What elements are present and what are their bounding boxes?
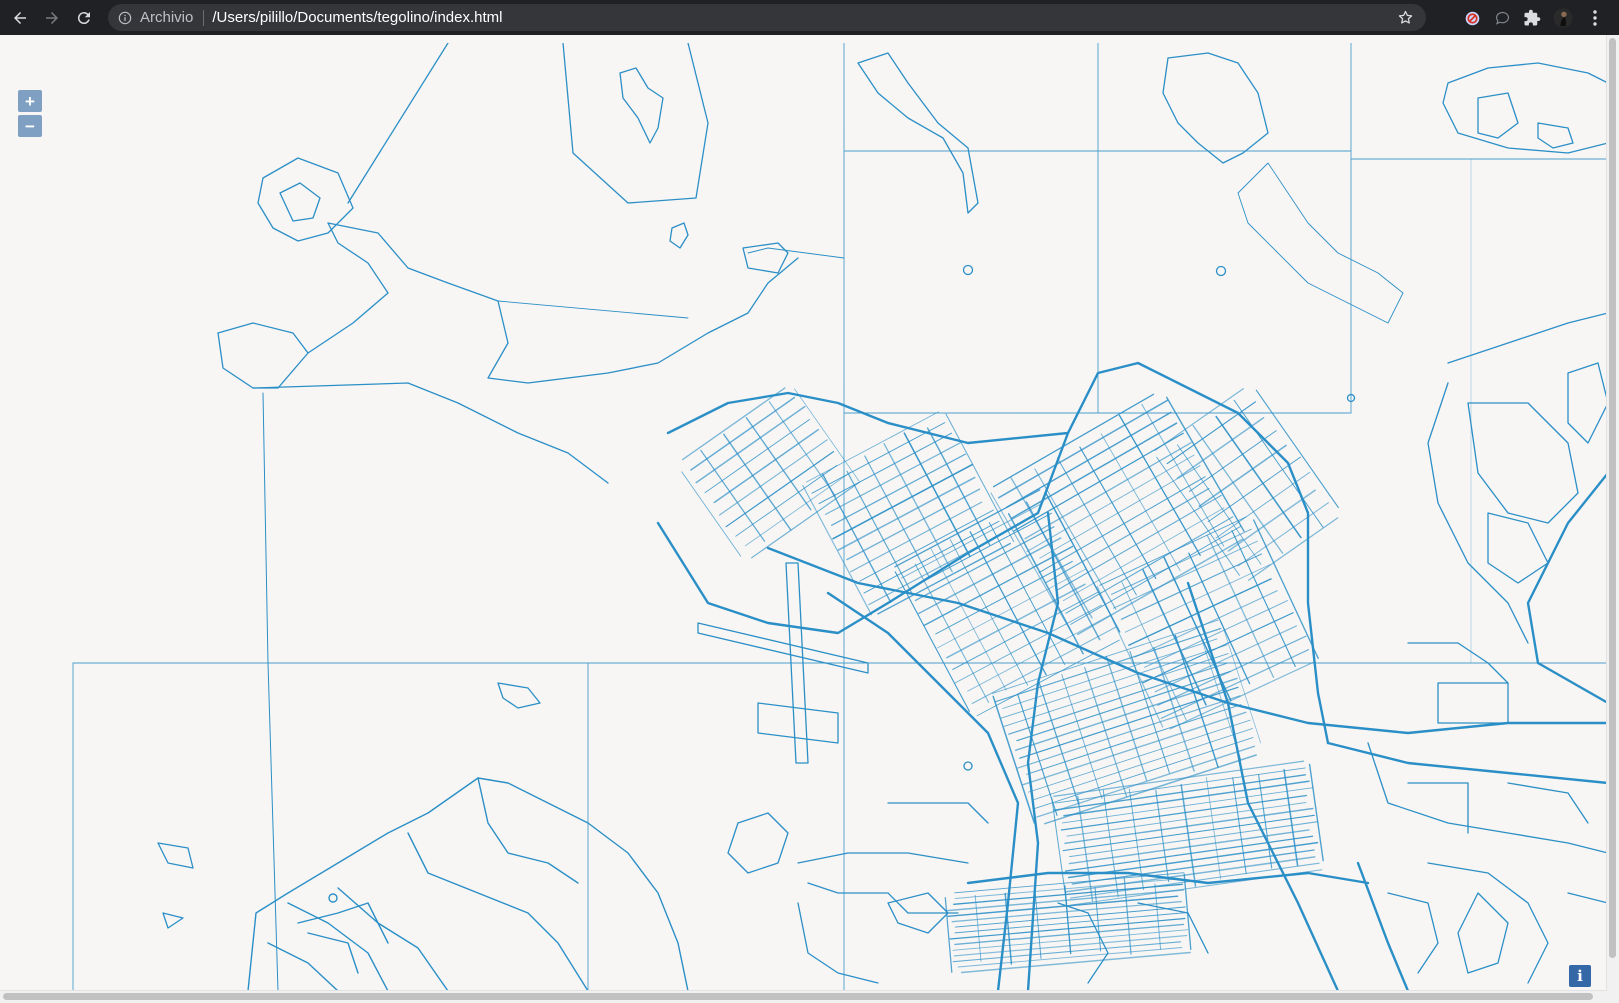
street-segment xyxy=(969,531,1047,676)
street-segment xyxy=(960,951,1191,974)
street-segment xyxy=(768,401,836,497)
vertical-scrollbar[interactable] xyxy=(1606,35,1619,1003)
street-segment xyxy=(681,471,742,557)
street-segment xyxy=(926,427,991,546)
attribution-info-button[interactable]: i xyxy=(1569,965,1591,987)
street-segment xyxy=(1206,534,1275,678)
info-icon[interactable] xyxy=(118,11,132,25)
profile-avatar-icon[interactable] xyxy=(1553,8,1573,28)
coastlines xyxy=(157,43,1608,991)
street-segment xyxy=(1056,494,1222,591)
street-segment xyxy=(824,442,962,515)
street-segment xyxy=(1054,767,1306,804)
street-segment xyxy=(1220,621,1262,744)
street-segment xyxy=(1183,873,1192,951)
street-segment xyxy=(1006,411,1172,508)
street-segment xyxy=(794,388,860,482)
vector-tile-map[interactable] xyxy=(8,43,1608,991)
street-segment xyxy=(998,399,1169,499)
street-segment xyxy=(1231,530,1296,668)
street-segment xyxy=(1308,763,1324,862)
street-segment xyxy=(1045,487,1210,584)
arterial-roads xyxy=(656,361,1608,991)
street-segment xyxy=(944,897,953,973)
map-viewport[interactable]: + − i xyxy=(0,35,1619,1003)
street-segment xyxy=(1069,821,1319,858)
more-vert-icon[interactable] xyxy=(1585,8,1605,28)
address-bar[interactable]: Archivio /Users/pilillo/Documents/tegoli… xyxy=(108,4,1426,31)
street-segment xyxy=(1037,679,1080,805)
street-segment xyxy=(974,894,982,962)
street-segment xyxy=(883,443,953,573)
street-segment xyxy=(1079,446,1157,579)
zoom-out-button[interactable]: − xyxy=(18,115,42,137)
blocked-extension-icon[interactable] xyxy=(1462,8,1482,28)
street-segment xyxy=(830,453,967,526)
street-segment xyxy=(1068,829,1310,865)
street-segment xyxy=(1039,465,1201,559)
street-segment xyxy=(992,393,1155,488)
street-segment xyxy=(952,941,1182,963)
street-segment xyxy=(745,417,812,511)
omnibox-divider xyxy=(203,9,205,26)
chat-extension-icon[interactable] xyxy=(1492,8,1512,28)
browser-toolbar: Archivio /Users/pilillo/Documents/tegoli… xyxy=(0,0,1619,35)
street-segment xyxy=(954,912,1188,934)
street-segment xyxy=(1002,638,1218,709)
zoom-control: + − xyxy=(18,90,42,140)
street-segment xyxy=(971,626,1117,705)
street-segment xyxy=(877,542,1012,615)
street-segment xyxy=(954,604,1102,684)
street-segment xyxy=(947,895,1179,918)
vertical-scroll-thumb[interactable] xyxy=(1609,38,1616,958)
street-segment xyxy=(988,522,1066,665)
street-segment xyxy=(818,432,953,505)
southwest-landmass xyxy=(247,777,689,991)
star-icon[interactable] xyxy=(1397,9,1414,26)
horizontal-scroll-thumb[interactable] xyxy=(3,993,1593,1000)
back-arrow-icon[interactable] xyxy=(8,6,32,30)
street-segment xyxy=(802,484,873,616)
street-segment xyxy=(1033,728,1254,800)
street-segment xyxy=(1063,780,1310,817)
street-segment xyxy=(846,470,912,593)
street-segment xyxy=(1064,885,1072,955)
street-segment xyxy=(1188,552,1251,685)
street-segment xyxy=(1113,540,1258,609)
street-segment xyxy=(859,509,994,582)
street-segment xyxy=(1017,693,1058,816)
street-segment xyxy=(1065,516,1234,614)
street-segment xyxy=(914,526,1055,602)
url-text[interactable]: /Users/pilillo/Documents/tegolino/index.… xyxy=(212,9,502,26)
street-segment xyxy=(946,583,1086,659)
street-segment xyxy=(923,545,1074,627)
street-segment xyxy=(1036,745,1256,818)
puzzle-extension-icon[interactable] xyxy=(1522,8,1542,28)
street-segment xyxy=(1121,581,1187,721)
street-segment xyxy=(837,476,976,551)
reload-icon[interactable] xyxy=(72,6,96,30)
east-district xyxy=(1367,312,1608,984)
forward-arrow-icon[interactable] xyxy=(40,6,64,30)
street-segment xyxy=(1084,666,1128,797)
street-segment xyxy=(1180,784,1197,887)
south-district xyxy=(727,802,1209,984)
horizontal-scrollbar[interactable] xyxy=(0,990,1607,1003)
street-segment xyxy=(1061,674,1103,799)
street-segment xyxy=(914,563,990,703)
street-segment xyxy=(751,481,861,559)
zoom-in-button[interactable]: + xyxy=(18,90,42,112)
street-segment xyxy=(1233,399,1324,528)
street-segment xyxy=(937,568,1087,649)
street-segment xyxy=(722,433,792,531)
street-segment xyxy=(700,449,766,542)
scheme-label: Archivio xyxy=(140,9,194,26)
street-segment xyxy=(954,906,1186,928)
street-segment xyxy=(1154,883,1162,950)
street-segment xyxy=(1124,564,1271,633)
street-segment xyxy=(1026,454,1195,553)
